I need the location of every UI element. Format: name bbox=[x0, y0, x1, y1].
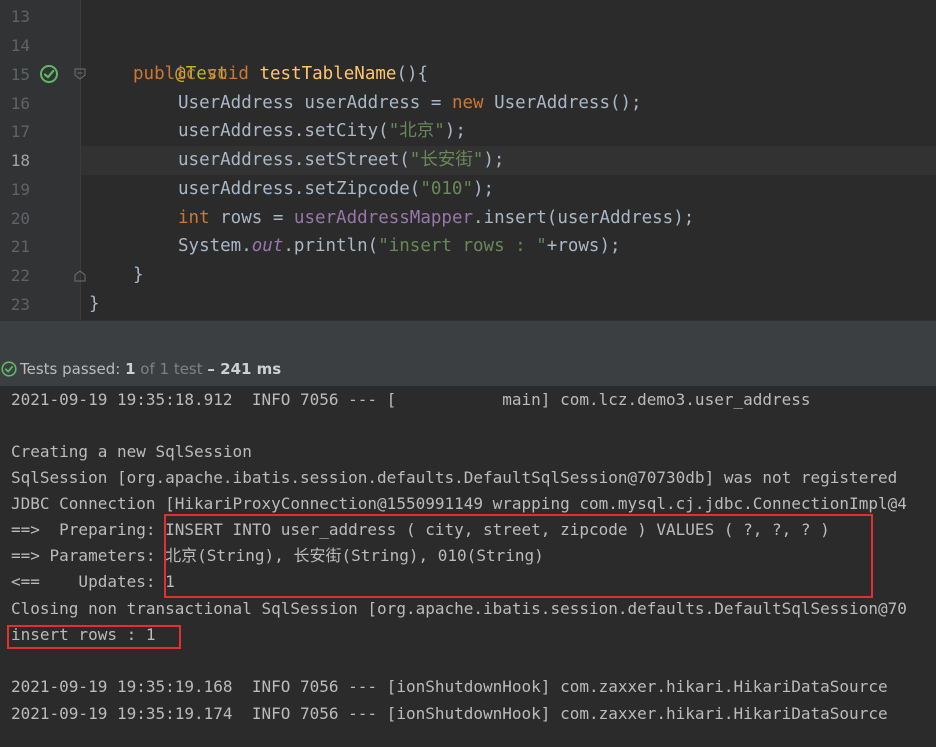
code-line-14: @Test bbox=[133, 31, 228, 84]
line-number: 22 bbox=[10, 266, 30, 285]
string-literal: "010" bbox=[420, 179, 474, 199]
code-line-15: public void testTableName(){ bbox=[133, 60, 428, 89]
fold-collapse-icon[interactable] bbox=[74, 68, 86, 80]
line-number: 18 bbox=[10, 151, 30, 170]
code-text: ); bbox=[444, 121, 466, 141]
closing-brace: } bbox=[89, 294, 100, 314]
code-line-18: userAddress.setStreet("长安街"); bbox=[178, 146, 504, 175]
keyword-public: public bbox=[133, 64, 197, 84]
line-number: 23 bbox=[10, 295, 30, 314]
closing-brace: } bbox=[133, 265, 144, 285]
panel-splitter[interactable] bbox=[0, 320, 936, 353]
line-number: 14 bbox=[10, 36, 30, 55]
run-console[interactable]: 2021-09-19 19:35:18.912 INFO 7056 --- [ … bbox=[0, 386, 936, 747]
code-line-17: userAddress.setCity("北京"); bbox=[178, 117, 466, 146]
fold-end-icon[interactable] bbox=[74, 270, 86, 282]
passed-count: 1 bbox=[125, 360, 136, 378]
test-duration: – 241 ms bbox=[207, 360, 282, 378]
total-tests: of 1 test bbox=[140, 360, 203, 378]
code-line-22: } bbox=[133, 261, 144, 290]
line-number: 15 bbox=[10, 65, 30, 84]
code-text: ); bbox=[473, 179, 495, 199]
code-line-19: userAddress.setZipcode("010"); bbox=[178, 175, 494, 204]
test-passed-run-icon[interactable] bbox=[39, 64, 59, 84]
code-editor[interactable]: 13 14 15 16 17 18 19 20 21 22 23 @Test p… bbox=[0, 0, 936, 320]
code-text: ); bbox=[483, 150, 505, 170]
console-line: Creating a new SqlSession bbox=[11, 442, 252, 461]
keyword-int: int bbox=[178, 208, 210, 228]
keyword-new: new bbox=[451, 93, 484, 113]
console-line: Closing non transactional SqlSession [or… bbox=[11, 599, 907, 618]
line-number: 17 bbox=[10, 122, 30, 141]
line-number: 20 bbox=[10, 209, 30, 228]
method-name: testTableName bbox=[259, 64, 397, 84]
field-reference: userAddressMapper bbox=[293, 208, 474, 228]
code-line-23: } bbox=[89, 290, 100, 319]
code-text: UserAddress(); bbox=[483, 93, 642, 113]
check-circle-icon bbox=[1, 361, 17, 377]
console-line: 2021-09-19 19:35:18.912 INFO 7056 --- [ … bbox=[11, 390, 811, 409]
line-number: 13 bbox=[10, 7, 30, 26]
code-text: System. bbox=[178, 236, 252, 256]
code-punct: (){ bbox=[396, 64, 429, 84]
static-field-out: out bbox=[251, 236, 284, 256]
test-status-bar: Tests passed: 1 of 1 test – 241 ms bbox=[0, 352, 936, 386]
string-literal: "insert rows : " bbox=[378, 236, 547, 256]
code-text: +rows); bbox=[546, 236, 621, 256]
code-line-21: System.out.println("insert rows : "+rows… bbox=[178, 232, 621, 261]
line-number: 16 bbox=[10, 94, 30, 113]
sql-highlight-box bbox=[164, 514, 873, 598]
code-text: .println( bbox=[283, 236, 379, 256]
code-line-16: UserAddress userAddress = new UserAddres… bbox=[178, 89, 642, 118]
console-line: 2021-09-19 19:35:19.168 INFO 7056 --- [i… bbox=[11, 677, 888, 696]
console-line: 2021-09-19 19:35:19.174 INFO 7056 --- [i… bbox=[11, 704, 888, 723]
keyword-void: void bbox=[206, 64, 249, 84]
console-line: SqlSession [org.apache.ibatis.session.de… bbox=[11, 468, 898, 487]
code-text: userAddress.setStreet( bbox=[178, 150, 410, 170]
test-summary: Tests passed: 1 of 1 test – 241 ms bbox=[20, 352, 281, 386]
code-line-20: int rows = userAddressMapper.insert(user… bbox=[178, 204, 694, 233]
line-number: 19 bbox=[10, 180, 30, 199]
code-text: .insert(userAddress); bbox=[473, 208, 695, 228]
code-text: userAddress.setZipcode( bbox=[178, 179, 421, 199]
string-literal: "长安街" bbox=[409, 150, 484, 170]
code-text: UserAddress userAddress = bbox=[178, 93, 452, 113]
string-literal: "北京" bbox=[388, 121, 445, 141]
tests-passed-label: Tests passed: bbox=[20, 360, 121, 378]
result-highlight-box bbox=[7, 625, 181, 649]
line-number: 21 bbox=[10, 237, 30, 256]
code-text: rows = bbox=[209, 208, 294, 228]
code-text: userAddress.setCity( bbox=[178, 121, 389, 141]
console-line: <== Updates: 1 bbox=[11, 572, 175, 591]
